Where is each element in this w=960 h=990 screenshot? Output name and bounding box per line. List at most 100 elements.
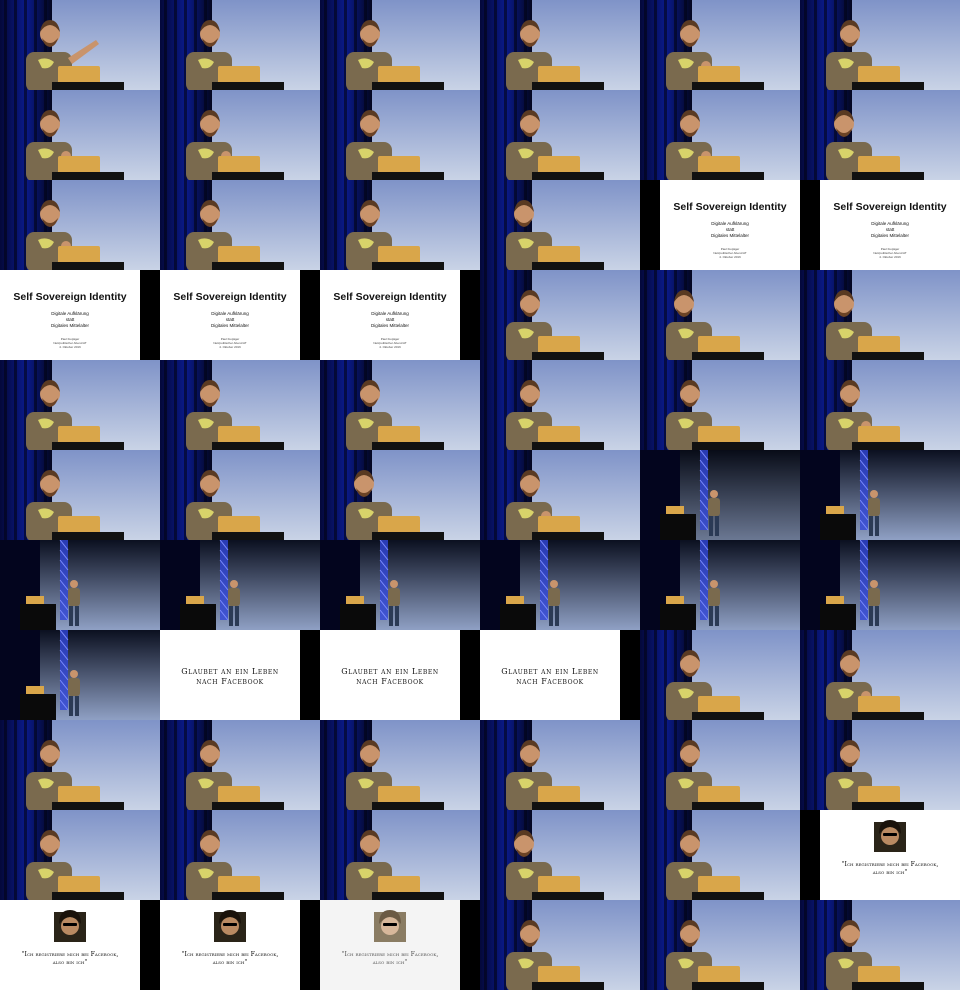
thumbnail-image <box>480 0 640 90</box>
thumbnail-image <box>640 450 800 540</box>
thumbnail-image <box>0 810 160 900</box>
slide-title: Self Sovereign Identity <box>173 291 286 303</box>
thumbnail-image <box>640 0 800 90</box>
thumbnail-image: Glaubet an ein Lebennach Facebook <box>320 630 480 720</box>
contact-sheet-grid: Self Sovereign Identity Digitale Aufkläru… <box>0 0 960 990</box>
thumbnail-image <box>480 90 640 180</box>
speaker-photo-thumbnail <box>640 630 800 720</box>
thumbnail-image <box>640 270 800 360</box>
speaker-photo-thumbnail <box>0 180 160 270</box>
speaker-photo-thumbnail <box>480 450 640 540</box>
speaker-photo-thumbnail <box>640 0 800 90</box>
speaker-photo-thumbnail <box>800 630 960 720</box>
slide-thumbnail: "Ich registriere mich bei Facebook, also … <box>0 900 160 990</box>
speaker-photo-thumbnail <box>800 90 960 180</box>
presentation-slide: Self Sovereign Identity Digitale Aufkläru… <box>820 180 960 270</box>
thumbnail-image: Self Sovereign Identity Digitale Aufkläru… <box>320 270 480 360</box>
slide-caption-line: Glaubet an ein Leben <box>181 667 279 676</box>
slide-thumbnail: "Ich registriere mich bei Facebook, also … <box>800 810 960 900</box>
slide-meta-line: 4. Oktober 2016 <box>379 345 401 349</box>
slide-meta-line: 4. Oktober 2016 <box>219 345 241 349</box>
speaker-photo-thumbnail <box>320 180 480 270</box>
speaker-photo-thumbnail <box>800 360 960 450</box>
presentation-slide: Self Sovereign Identity Digitale Aufkläru… <box>660 180 800 270</box>
slide-subtitle-line: Digitale Aufklärung <box>51 311 89 316</box>
lighting-truss <box>699 540 709 621</box>
thumbnail-image <box>640 900 800 990</box>
speaker-photo-thumbnail <box>160 90 320 180</box>
thumbnail-image <box>320 180 480 270</box>
slide-subtitle-line: Digitales Mittelalter <box>711 233 750 238</box>
slide-quote-line: "Ich registriere mich bei Facebook, <box>22 951 119 958</box>
speaker-photo-thumbnail <box>480 810 640 900</box>
thumbnail-image <box>320 360 480 450</box>
presentation-slide: "Ich registriere mich bei Facebook,also … <box>320 900 460 990</box>
speaker-photo-thumbnail <box>640 270 800 360</box>
thumbnail-image: Glaubet an ein Lebennach Facebook <box>480 630 640 720</box>
portrait-image <box>374 910 406 942</box>
thumbnail-image: Glaubet an ein Lebennach Facebook <box>160 630 320 720</box>
speaker-photo-thumbnail <box>320 540 480 630</box>
thumbnail-image <box>0 540 160 630</box>
thumbnail-image <box>640 810 800 900</box>
thumbnail-image: Self Sovereign Identity Digitale Aufkläru… <box>0 270 160 360</box>
presentation-slide: "Ich registriere mich bei Facebook,also … <box>160 900 300 990</box>
speaker-photo-thumbnail <box>480 180 640 270</box>
speaker-photo-thumbnail <box>0 540 160 630</box>
slide-subtitle-line: statt <box>726 227 735 232</box>
thumbnail-image <box>320 450 480 540</box>
slide-meta-line: 4. Oktober 2016 <box>719 255 741 259</box>
slide-meta-line: 4. Oktober 2016 <box>879 255 901 259</box>
thumbnail-image: "Ich registriere mich bei Facebook,also … <box>320 900 480 990</box>
slide-title: Self Sovereign Identity <box>833 201 946 213</box>
thumbnail-image <box>640 720 800 810</box>
slide-thumbnail: Glaubet an ein Leben nach Facebook <box>320 630 480 720</box>
presentation-slide: "Ich registriere mich bei Facebook,also … <box>0 900 140 990</box>
slide-subtitle-line: Digitales Mittelalter <box>51 323 90 328</box>
thumbnail-image: "Ich registriere mich bei Facebook,also … <box>0 900 160 990</box>
thumbnail-image <box>480 540 640 630</box>
lighting-truss <box>219 540 229 621</box>
slide-subtitle-line: statt <box>886 227 895 232</box>
speaker-photo-thumbnail <box>160 450 320 540</box>
thumbnail-image <box>800 270 960 360</box>
presentation-slide: Self Sovereign Identity Digitale Aufkläru… <box>0 270 140 360</box>
speaker-photo-thumbnail <box>480 270 640 360</box>
speaker-photo-thumbnail <box>0 720 160 810</box>
slide-subtitle-line: Digitale Aufklärung <box>711 221 749 226</box>
slide-caption-line: nach Facebook <box>356 677 423 686</box>
thumbnail-image <box>0 180 160 270</box>
speaker-photo-thumbnail <box>640 90 800 180</box>
slide-thumbnail: Self Sovereign Identity Digitale Aufkläru… <box>160 270 320 360</box>
thumbnail-image <box>800 900 960 990</box>
slide-thumbnail: Self Sovereign Identity Digitale Aufkläru… <box>800 180 960 270</box>
thumbnail-image: Self Sovereign Identity Digitale Aufkläru… <box>800 180 960 270</box>
thumbnail-image <box>480 810 640 900</box>
thumbnail-image <box>0 630 160 720</box>
lighting-truss <box>859 450 869 531</box>
thumbnail-image <box>160 180 320 270</box>
slide-thumbnail: Self Sovereign Identity Digitale Aufkläru… <box>640 180 800 270</box>
speaker-photo-thumbnail <box>320 360 480 450</box>
thumbnail-image <box>800 720 960 810</box>
portrait-image <box>214 910 246 942</box>
thumbnail-image <box>160 540 320 630</box>
thumbnail-image <box>320 540 480 630</box>
thumbnail-image: "Ich registriere mich bei Facebook,also … <box>160 900 320 990</box>
speaker-photo-thumbnail <box>160 0 320 90</box>
speaker-photo-thumbnail <box>320 450 480 540</box>
lighting-truss <box>699 450 709 531</box>
speaker-photo-thumbnail <box>800 900 960 990</box>
speaker-photo-thumbnail <box>480 90 640 180</box>
speaker-photo-thumbnail <box>800 540 960 630</box>
thumbnail-image <box>800 450 960 540</box>
speaker-photo-thumbnail <box>320 90 480 180</box>
slide-subtitle-line: Digitales Mittelalter <box>371 323 410 328</box>
thumbnail-image <box>640 540 800 630</box>
lighting-truss <box>379 540 389 621</box>
thumbnail-image <box>480 360 640 450</box>
slide-quote-line: also bin ich" <box>872 869 908 876</box>
slide-thumbnail: "Ich registriere mich bei Facebook, also … <box>320 900 480 990</box>
slide-title: Self Sovereign Identity <box>673 201 786 213</box>
slide-quote-line: also bin ich" <box>52 959 88 966</box>
